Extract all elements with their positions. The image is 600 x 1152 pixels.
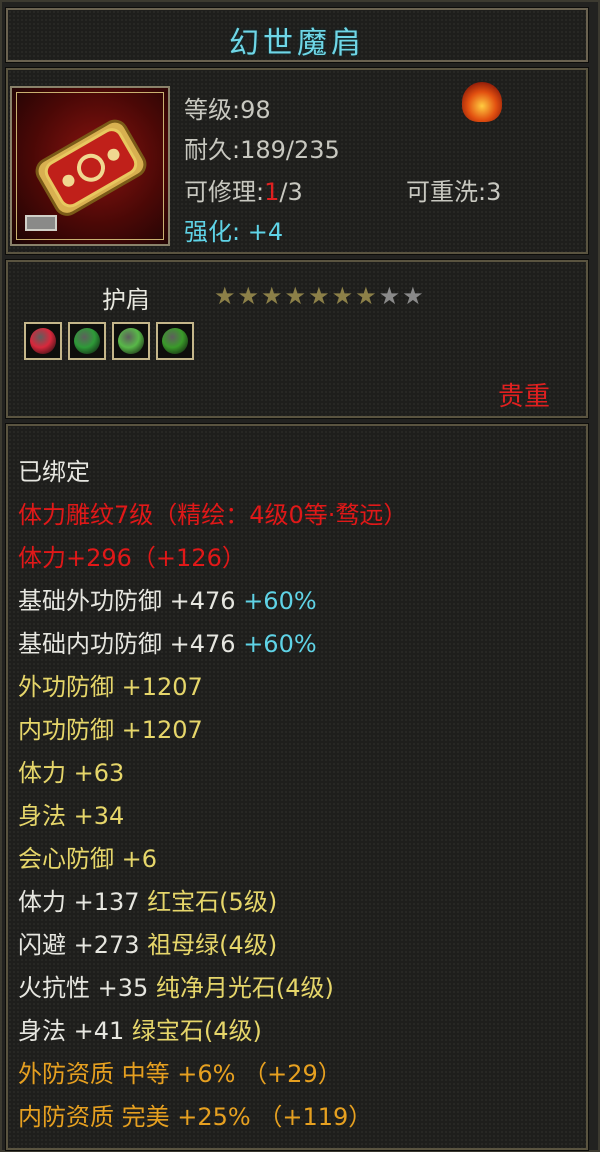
attribute-extra: +60% <box>243 630 317 658</box>
star-filled-icon: ★ <box>237 282 260 310</box>
rewash-label: 可重洗 <box>406 178 478 206</box>
item-tooltip: 幻世魔肩 等级:98 耐久:189/235 可修理:1/3 可重洗:3 强化: … <box>0 0 600 1152</box>
peridot-gem-icon <box>162 328 188 354</box>
star-empty-icon: ★ <box>402 282 424 310</box>
rewash-row: 可重洗:3 <box>406 172 501 207</box>
attribute-row: 会心防御 +6 <box>18 839 157 874</box>
attribute-row: 闪避 +273 祖母绿(4级) <box>18 925 277 960</box>
attribute-row: 外防资质 中等 +6% （+29） <box>18 1054 342 1089</box>
attribute-row: 体力雕纹7级（精绘：4级0等·骛远） <box>18 495 407 530</box>
gem-slot[interactable] <box>68 322 106 360</box>
enhance-label: 强化 <box>184 218 232 246</box>
item-title: 幻世魔肩 <box>229 26 365 61</box>
level-value: :98 <box>232 96 271 124</box>
attribute-text: 体力 +63 <box>18 759 125 787</box>
rewash-value: :3 <box>478 178 502 206</box>
star-filled-icon: ★ <box>308 282 330 310</box>
attribute-text: 体力+296（+126） <box>18 544 246 572</box>
moonstone-gem-icon <box>118 328 144 354</box>
attribute-text: 已绑定 <box>18 458 90 486</box>
attribute-row: 火抗性 +35 纯净月光石(4级) <box>18 968 334 1003</box>
attribute-text: 外防资质 中等 +6% （+29） <box>18 1060 342 1088</box>
attribute-row: 外功防御 +1207 <box>18 667 203 702</box>
gem-slot[interactable] <box>112 322 150 360</box>
repair-current: 1 <box>264 178 280 206</box>
attribute-extra: 绿宝石(4级) <box>131 1017 262 1045</box>
quality-label: 贵重 <box>497 382 550 412</box>
gem-slot[interactable] <box>156 322 194 360</box>
attribute-text: 内防资质 完美 +25% （+119） <box>18 1103 373 1131</box>
attribute-extra: 纯净月光石(4级) <box>155 974 334 1002</box>
attribute-text: 基础内功防御 +476 <box>18 630 244 658</box>
star-filled-icon: ★ <box>331 282 354 310</box>
level-label: 等级 <box>184 96 232 124</box>
durability-row: 耐久:189/235 <box>184 130 340 165</box>
attribute-text: 身法 +34 <box>18 802 125 830</box>
repair-row: 可修理:1/3 <box>184 178 303 206</box>
star-rating: ★ ★ ★ ★ ★ ★ ★ ★ ★ <box>214 284 424 308</box>
durability-label: 耐久 <box>184 136 232 164</box>
star-filled-icon: ★ <box>261 282 283 310</box>
attribute-row: 身法 +41 绿宝石(4级) <box>18 1011 262 1046</box>
attribute-row: 内防资质 完美 +25% （+119） <box>18 1097 372 1132</box>
attribute-row: 基础外功防御 +476 +60% <box>18 581 317 616</box>
attribute-row: 体力+296（+126） <box>18 538 246 573</box>
star-empty-icon: ★ <box>378 282 401 310</box>
attribute-row: 体力 +63 <box>18 753 124 788</box>
attribute-extra: +60% <box>243 587 317 615</box>
slot-name: 护肩 <box>102 286 150 314</box>
durability-value: :189/235 <box>232 136 340 164</box>
attribute-text: 基础外功防御 +476 <box>18 587 244 615</box>
attribute-text: 体力 +137 <box>18 888 148 916</box>
attribute-text: 会心防御 +6 <box>18 845 158 873</box>
attribute-extra: 红宝石(5级) <box>147 888 278 916</box>
attribute-row: 基础内功防御 +476 +60% <box>18 624 317 659</box>
repair-max: /3 <box>279 178 303 206</box>
attribute-text: 内功防御 +1207 <box>18 716 203 744</box>
pauldron-icon <box>10 86 170 246</box>
star-filled-icon: ★ <box>355 282 377 310</box>
repair-label: 可修理 <box>184 178 256 206</box>
enhance-value: : +4 <box>232 218 284 246</box>
attribute-text: 闪避 +273 <box>18 931 148 959</box>
star-filled-icon: ★ <box>284 282 307 310</box>
attribute-text: 外功防御 +1207 <box>18 673 203 701</box>
scroll-artwork <box>25 119 147 231</box>
attribute-row: 身法 +34 <box>18 796 124 831</box>
attribute-text: 体力雕纹7级（精绘：4级0等·骛远） <box>18 501 408 529</box>
title-bar: 幻世魔肩 <box>5 7 589 63</box>
star-filled-icon: ★ <box>214 282 236 310</box>
ruby-gem-icon <box>30 328 56 354</box>
emerald-gem-icon <box>74 328 100 354</box>
gem-sockets <box>24 322 194 360</box>
attribute-row: 已绑定 <box>18 452 90 487</box>
gem-slot[interactable] <box>24 322 62 360</box>
attribute-text: 火抗性 +35 <box>18 974 156 1002</box>
level-row: 等级:98 <box>184 90 271 125</box>
attribute-row: 内功防御 +1207 <box>18 710 203 745</box>
attribute-extra: 祖母绿(4级) <box>147 931 278 959</box>
attribute-row: 体力 +137 红宝石(5级) <box>18 882 277 917</box>
attribute-text: 身法 +41 <box>18 1017 132 1045</box>
fire-element-icon <box>462 82 502 122</box>
enhance-row: 强化: +4 <box>184 212 283 247</box>
